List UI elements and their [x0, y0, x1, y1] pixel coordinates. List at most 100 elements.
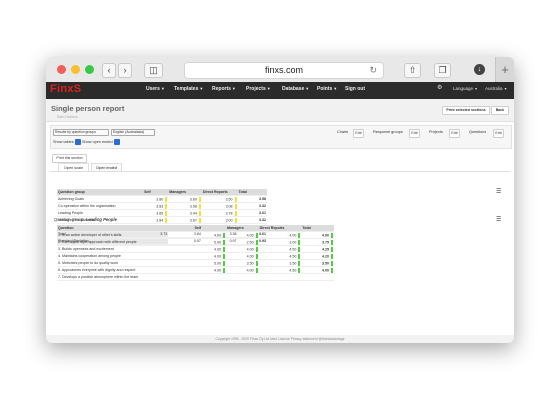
nav-sign-out[interactable]: Sign out — [345, 86, 365, 92]
cell-value: 4.00 — [214, 267, 222, 272]
question-cell: 3. Builds openness and excitement — [57, 245, 194, 253]
back-arrow-icon[interactable]: ‹ — [102, 63, 116, 78]
nav-points-label: Points — [317, 86, 333, 92]
question-cell: 5. Motivates people to do quality work — [57, 259, 194, 267]
score-bar — [331, 239, 333, 245]
question-table: Question Self Managers Direct Reports To… — [57, 225, 334, 281]
score-cell — [258, 273, 302, 281]
question-group-label: Question Group: — [54, 217, 85, 222]
show-open-ended-checkbox[interactable] — [113, 139, 120, 145]
score-bar — [255, 260, 258, 266]
score-cell: 5.00 — [193, 238, 227, 246]
sidebar-icon[interactable]: ◫ — [144, 63, 163, 78]
address-bar[interactable]: finxs.com ↻ — [184, 62, 384, 79]
cell-value: 3.75 — [322, 239, 329, 244]
score-cell: 3.58 — [168, 202, 202, 210]
response-groups-edit-button[interactable]: Edit — [409, 129, 420, 138]
total-cell: 3.32 — [237, 216, 267, 224]
minimize-window-button[interactable] — [71, 65, 80, 74]
score-cell: 3.80 — [143, 195, 169, 203]
back-button[interactable]: Back — [491, 106, 509, 115]
nav-projects[interactable]: Projects▼ — [246, 86, 271, 92]
gear-icon[interactable]: ⚙ — [437, 84, 442, 91]
zoom-window-button[interactable] — [85, 65, 94, 74]
questions-edit-button[interactable]: Edit — [493, 129, 504, 138]
caret-icon: ▼ — [266, 86, 271, 91]
total-cell: 3.50 — [301, 259, 334, 267]
table-row: 3. Builds openness and excitement 4.00 4.0… — [57, 245, 334, 253]
new-tab-button[interactable]: + — [495, 57, 514, 82]
score-cell — [193, 273, 227, 281]
table-row: 7. Develops a positive atmosphere within… — [57, 273, 334, 281]
score-bar — [223, 232, 226, 238]
score-bar — [331, 260, 333, 266]
forward-arrow-icon[interactable]: › — [118, 63, 132, 78]
score-bar — [255, 239, 258, 245]
score-bar — [331, 267, 333, 273]
cell-value: 3.00 — [289, 239, 297, 244]
table-row: Leading People 3.85 3.44 3.78 3.61 — [57, 209, 267, 217]
nav-language-label: Language — [453, 86, 474, 91]
score-bar — [223, 260, 226, 266]
caret-icon: ▼ — [333, 86, 338, 91]
cell-value: 4.00 — [246, 267, 254, 272]
cell-value: 4.20 — [322, 253, 329, 258]
score-cell: 3.50 — [258, 259, 302, 267]
print-selected-button[interactable]: Print selected sections — [442, 106, 490, 115]
nav-language[interactable]: Language ▼ — [453, 86, 478, 91]
score-bar — [223, 253, 226, 259]
nav-users[interactable]: Users▼ — [146, 86, 165, 92]
nav-templates-label: Templates — [174, 86, 199, 92]
show-open-ended-option[interactable]: Show open ended — [82, 139, 120, 145]
nav-reports[interactable]: Reports▼ — [212, 86, 236, 92]
download-icon[interactable]: ↓ — [474, 64, 485, 75]
nav-points[interactable]: Points▼ — [317, 86, 337, 92]
share-icon[interactable]: ⇧ — [404, 63, 421, 78]
tabs-icon[interactable]: ❐ — [434, 63, 451, 78]
score-bar — [234, 217, 237, 223]
cell-value: 7. Develops a positive atmosphere within… — [58, 275, 139, 279]
score-cell: 3.60 — [168, 195, 202, 203]
show-tables-option[interactable]: Show tables — [53, 139, 81, 145]
reload-icon[interactable]: ↻ — [369, 63, 377, 78]
finxs-logo[interactable]: FinxS — [50, 83, 81, 95]
cell-value: 4.50 — [289, 253, 297, 258]
total-cell: 4.20 — [301, 252, 334, 260]
nav-users-label: Users — [146, 86, 160, 92]
cell-value: 3.44 — [189, 210, 197, 215]
nav-country[interactable]: Australia ▼ — [485, 86, 507, 91]
score-bar — [331, 253, 333, 259]
cell-value: 3.08 — [225, 203, 233, 208]
score-bar — [165, 217, 168, 223]
language-select[interactable]: English (Australasia) — [111, 129, 155, 136]
show-tables-checkbox[interactable] — [74, 139, 81, 145]
nav-templates[interactable]: Templates▼ — [174, 86, 203, 92]
browser-window: ‹ › ◫ finxs.com ↻ ⇧ ❐ ↓ + FinxS Users▼ Te… — [46, 57, 514, 343]
nav-database[interactable]: Database▼ — [282, 86, 309, 92]
url-text: finxs.com — [264, 65, 303, 75]
cell-value: 4.00 — [214, 246, 222, 251]
cell-value: 4.00 — [214, 232, 222, 237]
score-cell: 4.00 — [193, 245, 227, 253]
score-bar — [223, 239, 226, 245]
score-bar — [255, 232, 258, 238]
total-cell: 3.58 — [237, 195, 267, 203]
page-title: Single person report — [51, 104, 125, 113]
print-section-button[interactable]: Print this section — [52, 154, 87, 163]
question-group-heading: Question Group: Leading People — [54, 217, 117, 222]
cell-value: 1. Is an active developer of other's ski… — [58, 233, 122, 237]
hamburger-menu-icon[interactable]: ☰ — [496, 216, 501, 223]
score-cell: 3.44 — [168, 209, 202, 217]
cell-value: 4.00 — [246, 253, 254, 258]
charts-edit-button[interactable]: Edit — [353, 129, 364, 138]
close-window-button[interactable] — [57, 65, 66, 74]
hamburger-menu-icon[interactable]: ☰ — [496, 188, 501, 195]
score-cell: 4.00 — [226, 252, 259, 260]
page-content: Single person report Sam Hobson Print se… — [46, 99, 514, 335]
score-bar — [223, 267, 226, 273]
question-group-cell: Leading People — [57, 209, 144, 217]
total-cell — [301, 273, 334, 281]
projects-edit-button[interactable]: Edit — [449, 129, 460, 138]
results-by-select[interactable]: Results by question groups — [53, 129, 109, 136]
cell-value: 3.50 — [225, 196, 233, 201]
